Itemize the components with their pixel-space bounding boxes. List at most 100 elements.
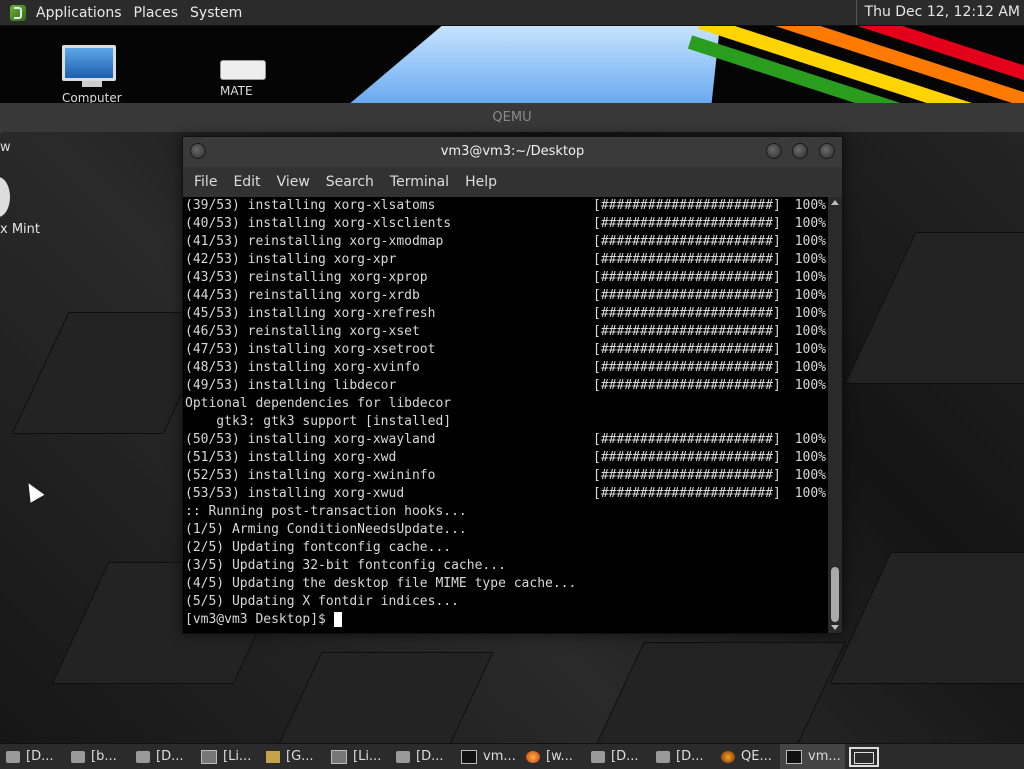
terminal-line: (51/53) installing xorg-xwd [############…: [183, 449, 828, 467]
taskbar-item-label: [Li...: [353, 749, 382, 764]
taskbar-item-label: [G...: [286, 749, 314, 764]
taskbar-item[interactable]: vm...: [780, 744, 845, 769]
progress-percent: 100%: [794, 486, 826, 501]
folder-icon: [71, 750, 85, 763]
firefox-icon: [526, 750, 540, 763]
drive-desktop-icon[interactable]: MATE: [220, 60, 266, 98]
menu-applications[interactable]: Applications: [30, 5, 128, 21]
taskbar-item[interactable]: [Li...: [325, 744, 390, 769]
scrollbar-thumb[interactable]: [831, 567, 839, 622]
progress-bar-text: [######################]: [593, 288, 781, 303]
terminal-line: (42/53) installing xorg-xpr [############…: [183, 251, 828, 269]
taskbar-item[interactable]: [b...: [65, 744, 130, 769]
progress-bar-text: [######################]: [593, 324, 781, 339]
terminal-output[interactable]: (39/53) installing xorg-xlsatoms [#######…: [183, 197, 828, 633]
taskbar: [D... [b... [D... [Li... [G... [Li... [D... vm.…: [0, 744, 845, 769]
taskbar-item[interactable]: [D...: [0, 744, 65, 769]
workspace-icon: [854, 751, 874, 764]
linux-mint-label: x Mint: [0, 222, 40, 237]
terminal-line: (52/53) installing xorg-xwininfo [#######…: [183, 467, 828, 485]
terminal-prompt-line[interactable]: [vm3@vm3 Desktop]$: [183, 611, 828, 629]
terminal-line: (41/53) reinstalling xorg-xmodmap [######…: [183, 233, 828, 251]
terminal-line: (45/53) installing xorg-xrefresh [#######…: [183, 305, 828, 323]
terminal-line: Optional dependencies for libdecor: [183, 395, 828, 413]
mate-logo-icon[interactable]: [10, 4, 26, 21]
terminal-line-text: (46/53) reinstalling xorg-xset: [185, 324, 420, 339]
close-button[interactable]: [819, 143, 835, 159]
maximize-button[interactable]: [792, 143, 808, 159]
menu-system[interactable]: System: [184, 5, 248, 21]
taskbar-item[interactable]: [D...: [585, 744, 650, 769]
menu-help[interactable]: Help: [459, 174, 505, 190]
progress-bar-text: [######################]: [593, 198, 781, 213]
terminal-line: (4/5) Updating the desktop file MIME typ…: [183, 575, 828, 593]
qemu-titlebar[interactable]: QEMU: [0, 103, 1024, 133]
taskbar-item[interactable]: [Li...: [195, 744, 260, 769]
terminal-line: (3/5) Updating 32-bit fontconfig cache..…: [183, 557, 828, 575]
taskbar-item-label: QE...: [741, 749, 772, 764]
taskbar-item[interactable]: [D...: [390, 744, 455, 769]
folder-icon: [6, 750, 20, 763]
menu-search[interactable]: Search: [320, 174, 382, 190]
drive-icon: [220, 60, 266, 80]
terminal-icon: [461, 749, 477, 764]
terminal-line: :: Running post-transaction hooks...: [183, 503, 828, 521]
terminal-menubar: File Edit View Search Terminal Help: [183, 167, 842, 197]
folder-icon: [591, 750, 605, 763]
terminal-line: (47/53) installing xorg-xsetroot [#######…: [183, 341, 828, 359]
folder-icon: [656, 750, 670, 763]
terminal-scrollbar[interactable]: [828, 197, 842, 633]
progress-bar-text: [######################]: [593, 450, 781, 465]
menu-edit[interactable]: Edit: [227, 174, 268, 190]
host-desktop: Computer MATE: [0, 25, 1024, 103]
minimize-button[interactable]: [766, 143, 782, 159]
taskbar-item[interactable]: [w...: [520, 744, 585, 769]
taskbar-item[interactable]: [G...: [260, 744, 325, 769]
menu-places[interactable]: Places: [128, 5, 185, 21]
terminal-titlebar[interactable]: vm3@vm3:~/Desktop: [183, 137, 842, 167]
terminal-line-text: (3/5) Updating 32-bit fontconfig cache..…: [185, 558, 506, 573]
terminal-line: (44/53) reinstalling xorg-xrdb [#########…: [183, 287, 828, 305]
terminal-line-text: (40/53) installing xorg-xlsclients: [185, 216, 452, 231]
linux-mint-icon[interactable]: [0, 177, 10, 217]
progress-percent: 100%: [794, 432, 826, 447]
taskbar-item-label: [D...: [416, 749, 444, 764]
window-menu-button[interactable]: [190, 143, 206, 159]
menu-file[interactable]: File: [188, 174, 225, 190]
bottom-panel: [D... [b... [D... [Li... [G... [Li... [D... vm.…: [0, 743, 1024, 769]
text-cursor: [333, 612, 342, 627]
terminal-line-text: (47/53) installing xorg-xsetroot: [185, 342, 436, 357]
scroll-down-icon[interactable]: [831, 625, 839, 630]
menu-view[interactable]: View: [271, 174, 318, 190]
terminal-line-text: (45/53) installing xorg-xrefresh: [185, 306, 436, 321]
image-icon: [201, 749, 217, 764]
terminal-line: (46/53) reinstalling xorg-xset [#########…: [183, 323, 828, 341]
terminal-line-text: (41/53) reinstalling xorg-xmodmap: [185, 234, 444, 249]
terminal-window[interactable]: vm3@vm3:~/Desktop File Edit View Search …: [182, 136, 843, 634]
menu-terminal[interactable]: Terminal: [384, 174, 457, 190]
terminal-line-text: :: Running post-transaction hooks...: [185, 504, 467, 519]
terminal-line: (48/53) installing xorg-xvinfo [#########…: [183, 359, 828, 377]
folder-icon: [396, 750, 410, 763]
progress-percent: 100%: [794, 360, 826, 375]
terminal-line-text: (44/53) reinstalling xorg-xrdb: [185, 288, 420, 303]
terminal-line: (39/53) installing xorg-xlsatoms [#######…: [183, 197, 828, 215]
progress-bar-text: [######################]: [593, 342, 781, 357]
qemu-icon: [721, 750, 735, 763]
progress-percent: 100%: [794, 324, 826, 339]
terminal-line: (40/53) installing xorg-xlsclients [#####…: [183, 215, 828, 233]
progress-percent: 100%: [794, 342, 826, 357]
taskbar-item[interactable]: [D...: [130, 744, 195, 769]
show-desktop-button[interactable]: [849, 746, 879, 767]
clock[interactable]: Thu Dec 12, 12:12 AM: [855, 0, 1020, 25]
terminal-line-text: gtk3: gtk3 support [installed]: [185, 414, 452, 429]
terminal-line-text: (2/5) Updating fontconfig cache...: [185, 540, 452, 555]
computer-desktop-icon[interactable]: Computer: [62, 45, 122, 103]
scroll-up-icon[interactable]: [831, 200, 839, 205]
taskbar-item[interactable]: vm...: [455, 744, 520, 769]
terminal-line: (49/53) installing libdecor [############…: [183, 377, 828, 395]
taskbar-item[interactable]: QE...: [715, 744, 780, 769]
taskbar-item[interactable]: [D...: [650, 744, 715, 769]
progress-percent: 100%: [794, 378, 826, 393]
taskbar-item-label: vm...: [483, 749, 516, 764]
